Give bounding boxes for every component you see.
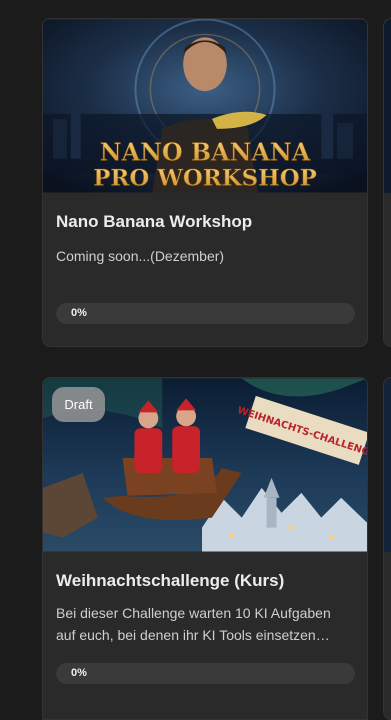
progress-bar: 0% <box>56 303 355 324</box>
course-thumbnail[interactable]: WEIHNACHTS-CHALLENGE Draft <box>43 378 367 552</box>
next-card-preview[interactable] <box>383 18 391 347</box>
course-title[interactable]: Weihnachtschallenge (Kurs) <box>56 571 284 591</box>
progress-label: 0% <box>71 307 87 319</box>
progress-bar: 0% <box>56 663 355 684</box>
course-description: Coming soon...(Dezember) <box>56 248 225 264</box>
course-list: NANO BANANA PRO WORKSHOP Nano Banana Wor… <box>0 0 391 720</box>
draft-badge: Draft <box>52 387 105 422</box>
progress-label: 0% <box>71 667 87 679</box>
course-card-nano-banana[interactable]: NANO BANANA PRO WORKSHOP Nano Banana Wor… <box>42 18 368 347</box>
course-thumbnail[interactable]: NANO BANANA PRO WORKSHOP <box>43 19 367 193</box>
course-card-weihnachtschallenge[interactable]: WEIHNACHTS-CHALLENGE Draft Weihnachtscha… <box>42 377 368 720</box>
workshop-poster-image: NANO BANANA PRO WORKSHOP <box>43 19 367 193</box>
poster-title-line1: NANO BANANA <box>100 139 311 167</box>
course-title[interactable]: Nano Banana Workshop <box>56 212 252 232</box>
course-description: Bei dieser Challenge warten 10 KI Aufgab… <box>56 605 331 643</box>
poster-title-line2: PRO WORKSHOP <box>93 166 317 192</box>
next-card-preview[interactable] <box>383 377 391 720</box>
